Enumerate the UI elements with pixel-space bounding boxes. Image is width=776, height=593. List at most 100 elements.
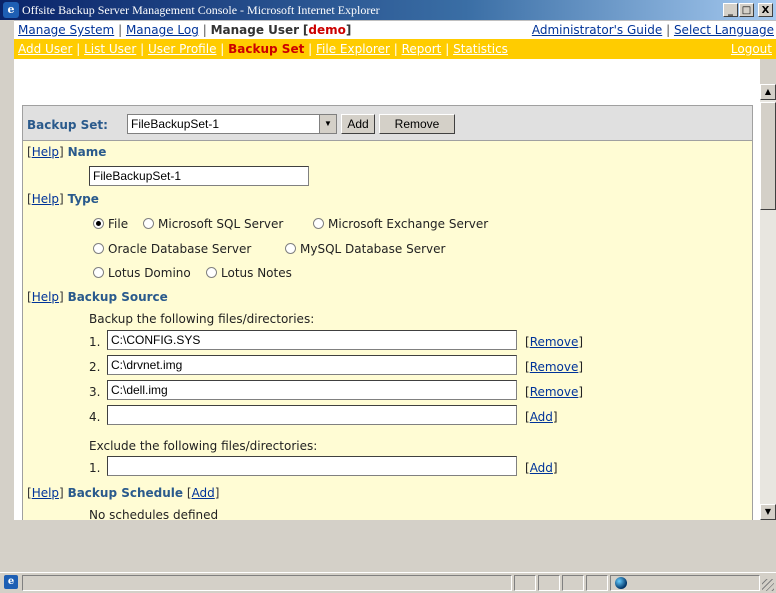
radio-icon <box>285 243 296 254</box>
vertical-scrollbar[interactable]: ▲ ▼ <box>760 84 776 520</box>
close-button[interactable]: X <box>758 3 773 17</box>
backup-set-name-input[interactable]: FileBackupSet-1 <box>89 166 309 186</box>
nav-separator: | <box>140 42 145 56</box>
maximize-button[interactable]: □ <box>739 3 754 17</box>
status-bar: e <box>0 572 776 593</box>
exclude-row-number: 1. <box>89 461 101 475</box>
nav-select-language[interactable]: Select Language <box>674 23 774 37</box>
nav-file-explorer[interactable]: File Explorer <box>316 42 390 56</box>
page-content: Backup Set: FileBackupSet-1 ▼ Add Remove… <box>14 59 760 520</box>
minimize-button[interactable]: _ <box>723 3 738 17</box>
radio-selected-icon <box>93 218 104 229</box>
backup-set-panel: Backup Set: FileBackupSet-1 ▼ Add Remove… <box>22 105 753 520</box>
current-user-name: demo <box>308 23 346 37</box>
no-schedules-message: No schedules defined <box>89 508 219 520</box>
help-link-backup-source[interactable]: Help <box>32 290 59 304</box>
backup-schedule-heading: [Help] Backup Schedule [Add] <box>27 486 220 500</box>
nav-separator: | <box>308 42 313 56</box>
name-section-heading: [Help] Name <box>27 145 107 159</box>
type-radio-mysql[interactable]: MySQL Database Server <box>285 242 445 256</box>
type-section-heading: [Help] Type <box>27 192 99 206</box>
add-backup-set-button[interactable]: Add <box>341 114 375 134</box>
radio-icon <box>206 267 217 278</box>
security-zone-panel <box>610 575 760 591</box>
resize-grip-icon[interactable] <box>762 579 774 591</box>
nav-add-user[interactable]: Add User <box>18 42 72 56</box>
nav-list-user[interactable]: List User <box>84 42 136 56</box>
remove-backup-set-button[interactable]: Remove <box>379 114 455 134</box>
add-exclude-link[interactable]: Add <box>530 461 553 475</box>
nav-separator: | <box>76 42 81 56</box>
nav-separator: | <box>445 42 450 56</box>
backup-schedule-label: Backup Schedule <box>67 486 184 500</box>
status-panel <box>514 575 536 591</box>
window-title: Offsite Backup Server Management Console… <box>22 3 380 17</box>
page-icon: e <box>4 575 18 589</box>
remove-source-link[interactable]: Remove <box>530 335 579 349</box>
radio-icon <box>93 243 104 254</box>
add-source-link[interactable]: Add <box>530 410 553 424</box>
nav-manage-log[interactable]: Manage Log <box>126 23 199 37</box>
backup-source-heading: [Help] Backup Source <box>27 290 168 304</box>
help-link-backup-schedule[interactable]: Help <box>32 486 59 500</box>
include-instructions: Backup the following files/directories: <box>89 312 315 326</box>
primary-nav: Manage System | Manage Log | Manage User… <box>14 20 776 39</box>
chevron-down-icon[interactable]: ▼ <box>319 115 336 133</box>
backup-set-header: Backup Set: FileBackupSet-1 ▼ Add Remove <box>23 106 752 141</box>
add-schedule-link[interactable]: Add <box>192 486 215 500</box>
source-row-number: 2. <box>89 360 101 374</box>
nav-report[interactable]: Report <box>402 42 442 56</box>
window-title-bar: e Offsite Backup Server Management Conso… <box>0 0 776 20</box>
backup-set-select[interactable]: FileBackupSet-1 ▼ <box>127 114 337 134</box>
type-radio-lotus-notes[interactable]: Lotus Notes <box>206 266 292 280</box>
backup-set-selected-value: FileBackupSet-1 <box>131 117 220 131</box>
scroll-down-button[interactable]: ▼ <box>760 504 776 520</box>
source-path-input[interactable]: C:\CONFIG.SYS <box>107 330 517 350</box>
type-radio-file[interactable]: File <box>93 217 128 231</box>
help-link-name[interactable]: Help <box>32 145 59 159</box>
type-radio-lotus-domino[interactable]: Lotus Domino <box>93 266 191 280</box>
radio-icon <box>143 218 154 229</box>
nav-user-profile[interactable]: User Profile <box>148 42 216 56</box>
nav-statistics[interactable]: Statistics <box>453 42 508 56</box>
logout-link[interactable]: Logout <box>731 42 772 56</box>
new-source-path-input[interactable] <box>107 405 517 425</box>
type-radio-exchange[interactable]: Microsoft Exchange Server <box>313 217 488 231</box>
status-panel <box>586 575 608 591</box>
help-link-type[interactable]: Help <box>32 192 59 206</box>
nav-separator: | <box>666 23 671 37</box>
name-label: Name <box>67 145 107 159</box>
source-path-input[interactable]: C:\dell.img <box>107 380 517 400</box>
nav-manage-system[interactable]: Manage System <box>18 23 114 37</box>
status-panel <box>538 575 560 591</box>
radio-icon <box>313 218 324 229</box>
nav-separator: | <box>220 42 225 56</box>
backup-set-label: Backup Set: <box>27 118 108 132</box>
user-nav: Add User | List User | User Profile | Ba… <box>14 39 776 59</box>
exclude-path-input[interactable] <box>107 456 517 476</box>
nav-separator: | <box>393 42 398 56</box>
radio-icon <box>93 267 104 278</box>
remove-source-link[interactable]: Remove <box>530 360 579 374</box>
nav-backup-set[interactable]: Backup Set <box>228 42 304 56</box>
source-row-number: 1. <box>89 335 101 349</box>
scroll-up-button[interactable]: ▲ <box>760 84 776 100</box>
source-path-input[interactable]: C:\drvnet.img <box>107 355 517 375</box>
exclude-instructions: Exclude the following files/directories: <box>89 439 318 453</box>
type-radio-mssql[interactable]: Microsoft SQL Server <box>143 217 283 231</box>
type-label: Type <box>67 192 99 206</box>
internet-explorer-icon: e <box>3 2 19 18</box>
scrollbar-thumb[interactable] <box>760 102 776 210</box>
nav-administrators-guide[interactable]: Administrator's Guide <box>532 23 662 37</box>
source-row-number: 3. <box>89 385 101 399</box>
backup-source-label: Backup Source <box>67 290 168 304</box>
remove-source-link[interactable]: Remove <box>530 385 579 399</box>
nav-separator: | <box>118 23 123 37</box>
status-text-panel <box>22 575 512 591</box>
nav-manage-user: Manage User <box>210 23 300 37</box>
nav-separator: | <box>202 23 207 37</box>
status-panel <box>562 575 584 591</box>
source-row-number: 4. <box>89 410 101 424</box>
type-radio-oracle[interactable]: Oracle Database Server <box>93 242 251 256</box>
internet-zone-globe-icon <box>615 577 627 589</box>
